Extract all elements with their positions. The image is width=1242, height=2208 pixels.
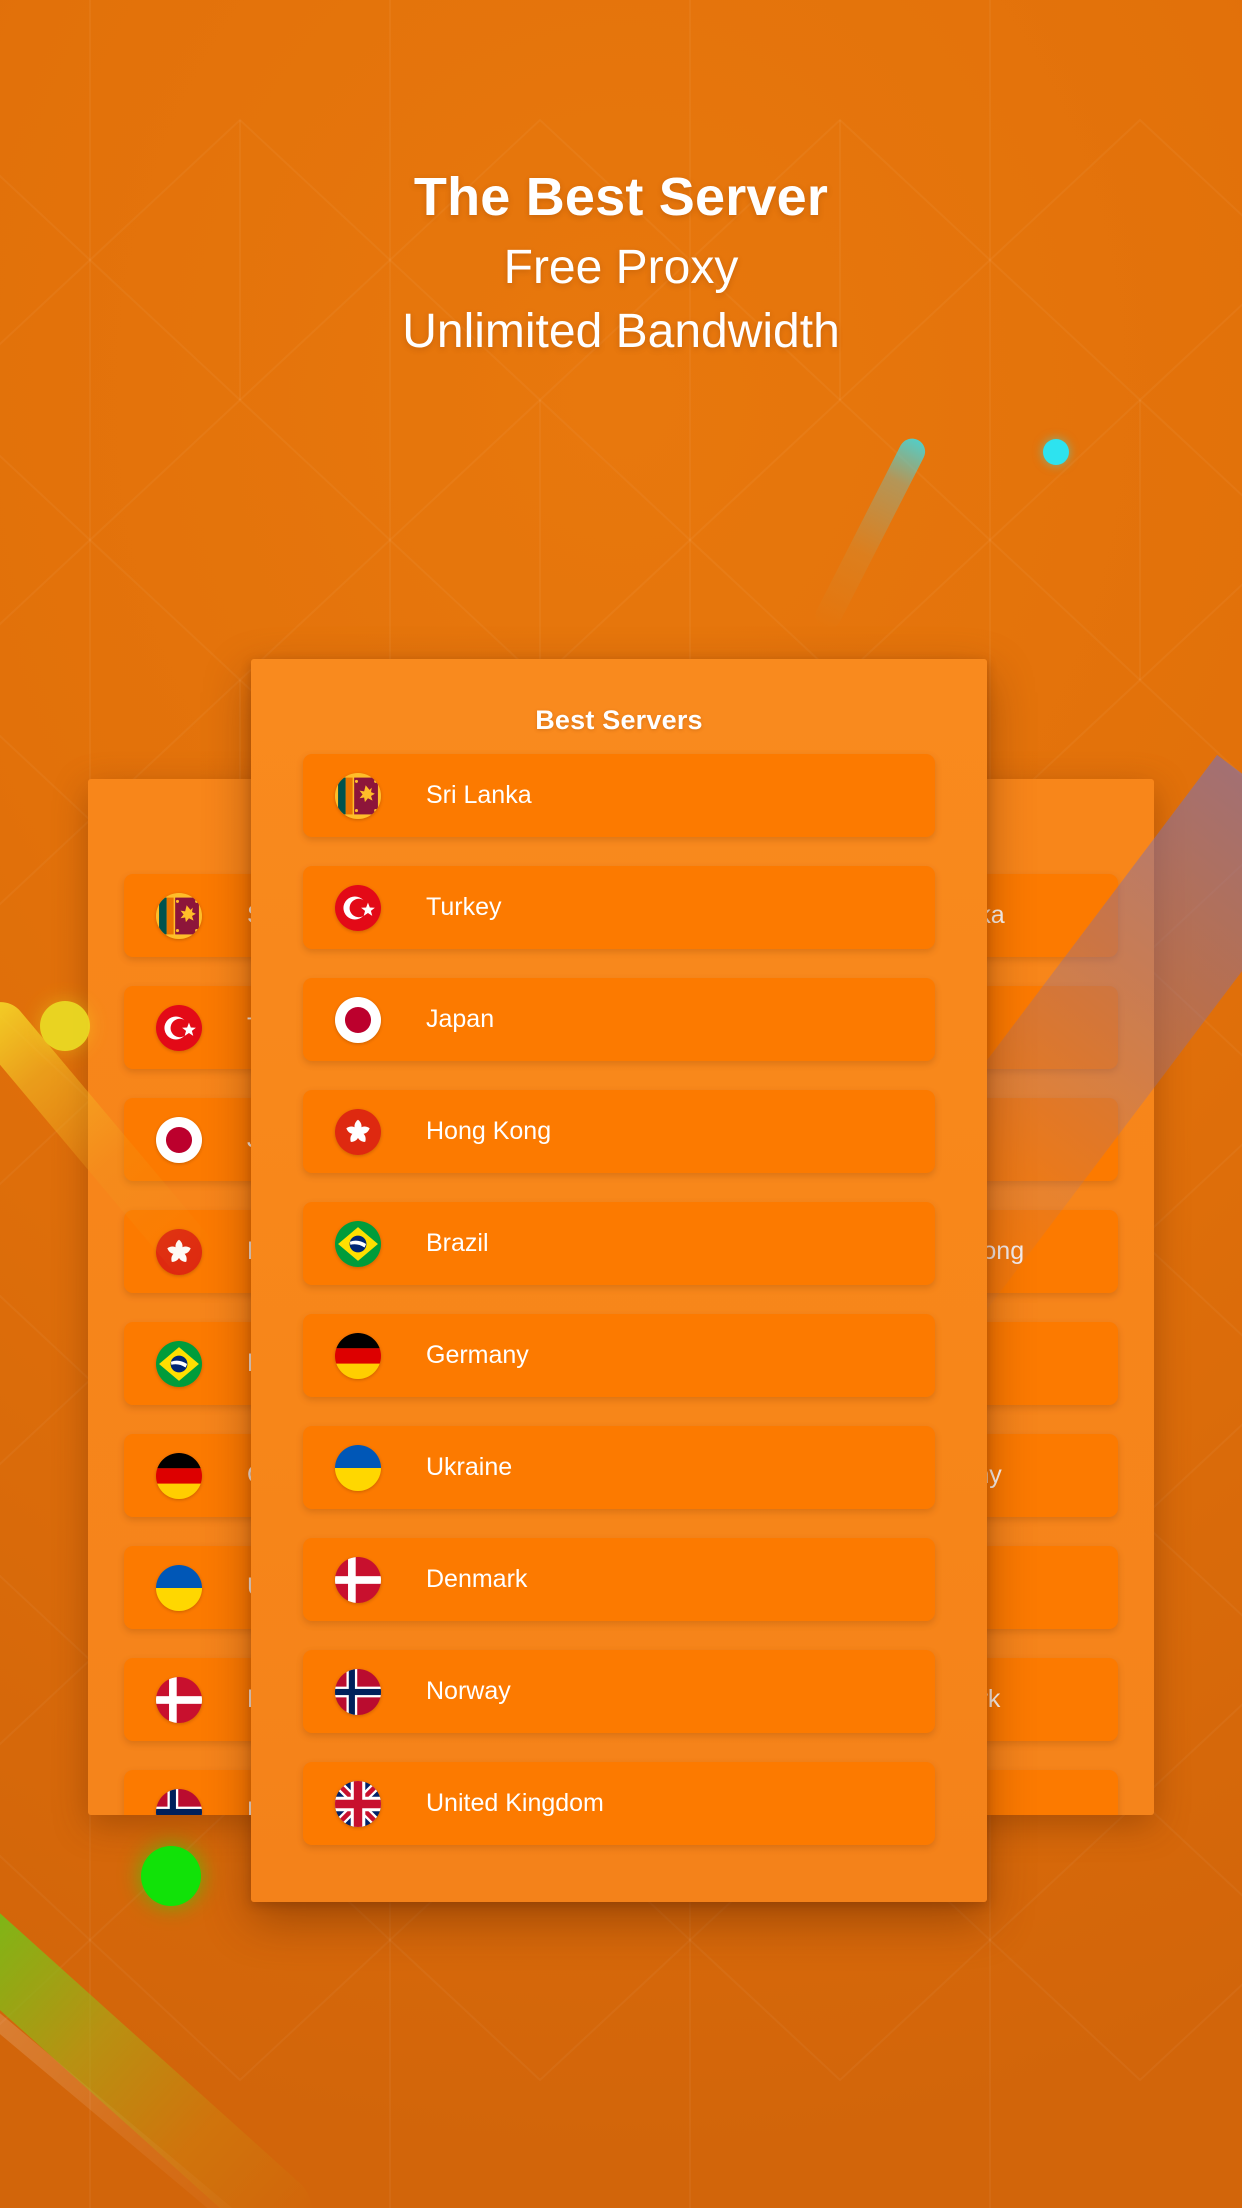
headline-line-2: Free Proxy	[503, 241, 739, 295]
flag-ukraine-icon	[335, 1445, 381, 1491]
server-row[interactable]: Ukraine	[303, 1426, 935, 1509]
flag-brazil-icon	[156, 1341, 202, 1387]
server-row-label: Brazil	[426, 1229, 489, 1257]
server-row[interactable]: Denmark	[303, 1538, 935, 1621]
promo-screenshot: The Best Server Free Proxy Unlimited Ban…	[0, 0, 1242, 2208]
server-row-label: Hong Kong	[426, 1117, 552, 1145]
best-servers-card: Best Servers Sri Lanka Turkey Japan Hong Ko…	[251, 659, 987, 1902]
flag-japan-icon	[156, 1117, 202, 1163]
yellow-dot-decor	[40, 1001, 90, 1051]
cyan-dot-decor	[1043, 439, 1069, 465]
headline-line-3: Unlimited Bandwidth	[402, 304, 840, 358]
server-row[interactable]: Brazil	[303, 1202, 935, 1285]
flag-denmark-icon	[156, 1677, 202, 1723]
flag-germany-icon	[335, 1333, 381, 1379]
server-row[interactable]: Norway	[303, 1650, 935, 1733]
flag-denmark-icon	[335, 1557, 381, 1603]
server-row-label: Japan	[426, 1005, 495, 1033]
server-row-label: Denmark	[426, 1565, 528, 1593]
server-row[interactable]: Turkey	[303, 866, 935, 949]
flag-hong-kong-icon	[156, 1229, 202, 1275]
server-row-label: Norway	[426, 1677, 511, 1705]
server-row-label: Sri Lanka	[426, 781, 532, 809]
server-row[interactable]: United Kingdom	[303, 1762, 935, 1845]
server-row[interactable]: Sri Lanka	[303, 754, 935, 837]
flag-turkey-icon	[335, 885, 381, 931]
headline-line-1: The Best Server	[413, 167, 829, 227]
green-dot-decor	[141, 1846, 201, 1906]
server-row-label: Turkey	[426, 893, 502, 921]
server-row-label: Ukraine	[426, 1453, 513, 1481]
server-row[interactable]: Japan	[303, 978, 935, 1061]
flag-ukraine-icon	[156, 1565, 202, 1611]
flag-brazil-icon	[335, 1221, 381, 1267]
flag-hong-kong-icon	[335, 1109, 381, 1155]
card-title: Best Servers	[535, 705, 703, 735]
flag-turkey-icon	[156, 1005, 202, 1051]
headline-block: The Best Server Free Proxy Unlimited Ban…	[0, 168, 1242, 363]
flag-japan-icon	[335, 997, 381, 1043]
flag-sri-lanka-icon	[156, 893, 202, 939]
server-row-label: United Kingdom	[426, 1789, 604, 1817]
flag-united-kingdom-icon	[335, 1781, 381, 1827]
server-list: Sri Lanka Turkey Japan Hong Kong Brazil Germa…	[251, 746, 987, 1845]
server-row-label: Germany	[426, 1341, 529, 1369]
server-row[interactable]: Hong Kong	[303, 1090, 935, 1173]
flag-sri-lanka-icon	[335, 773, 381, 819]
server-row[interactable]: Germany	[303, 1314, 935, 1397]
flag-norway-icon	[156, 1789, 202, 1816]
flag-norway-icon	[335, 1669, 381, 1715]
flag-germany-icon	[156, 1453, 202, 1499]
